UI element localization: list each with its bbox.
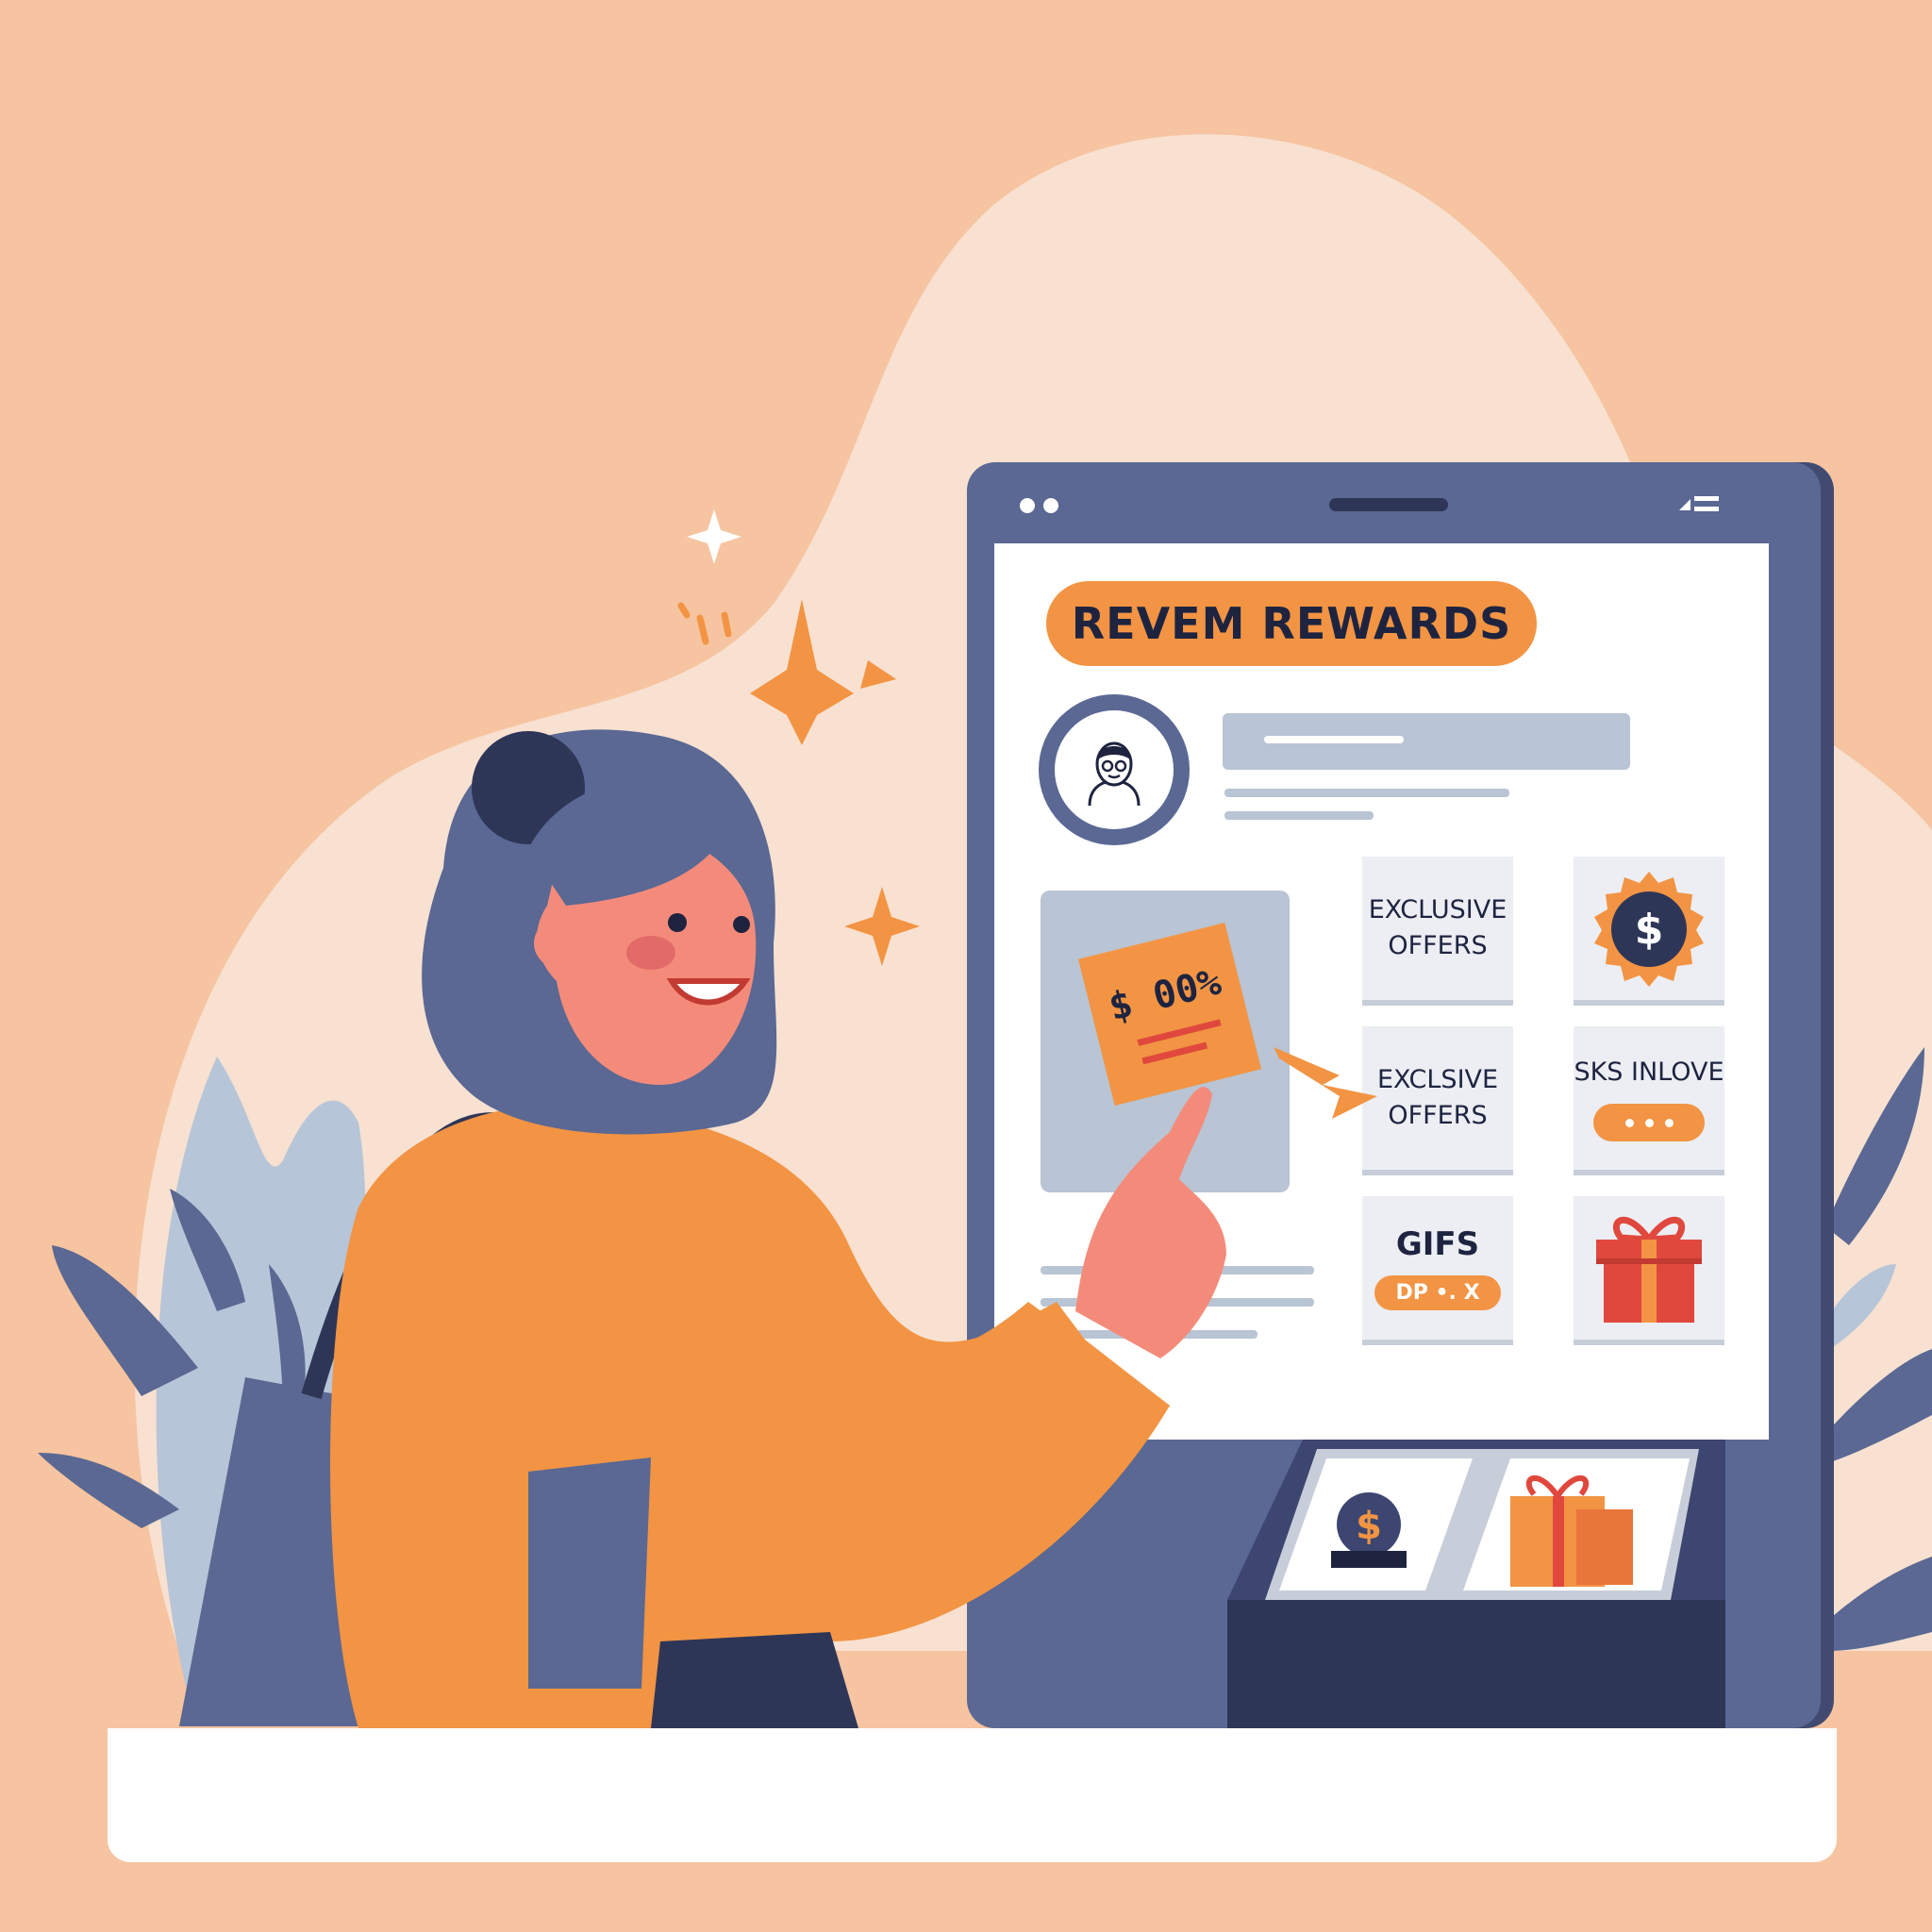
eye (733, 916, 750, 933)
pointing-hand (1075, 1087, 1226, 1358)
ear (534, 919, 583, 968)
coupon-card[interactable]: $ 00% (1075, 920, 1264, 1108)
woman-figure (179, 729, 1226, 1728)
eye (668, 913, 687, 932)
pants (651, 1632, 858, 1728)
bag-front (528, 1457, 651, 1689)
cheek (626, 936, 675, 970)
counter-base (108, 1728, 1837, 1862)
arrow-icon (1274, 1047, 1377, 1119)
